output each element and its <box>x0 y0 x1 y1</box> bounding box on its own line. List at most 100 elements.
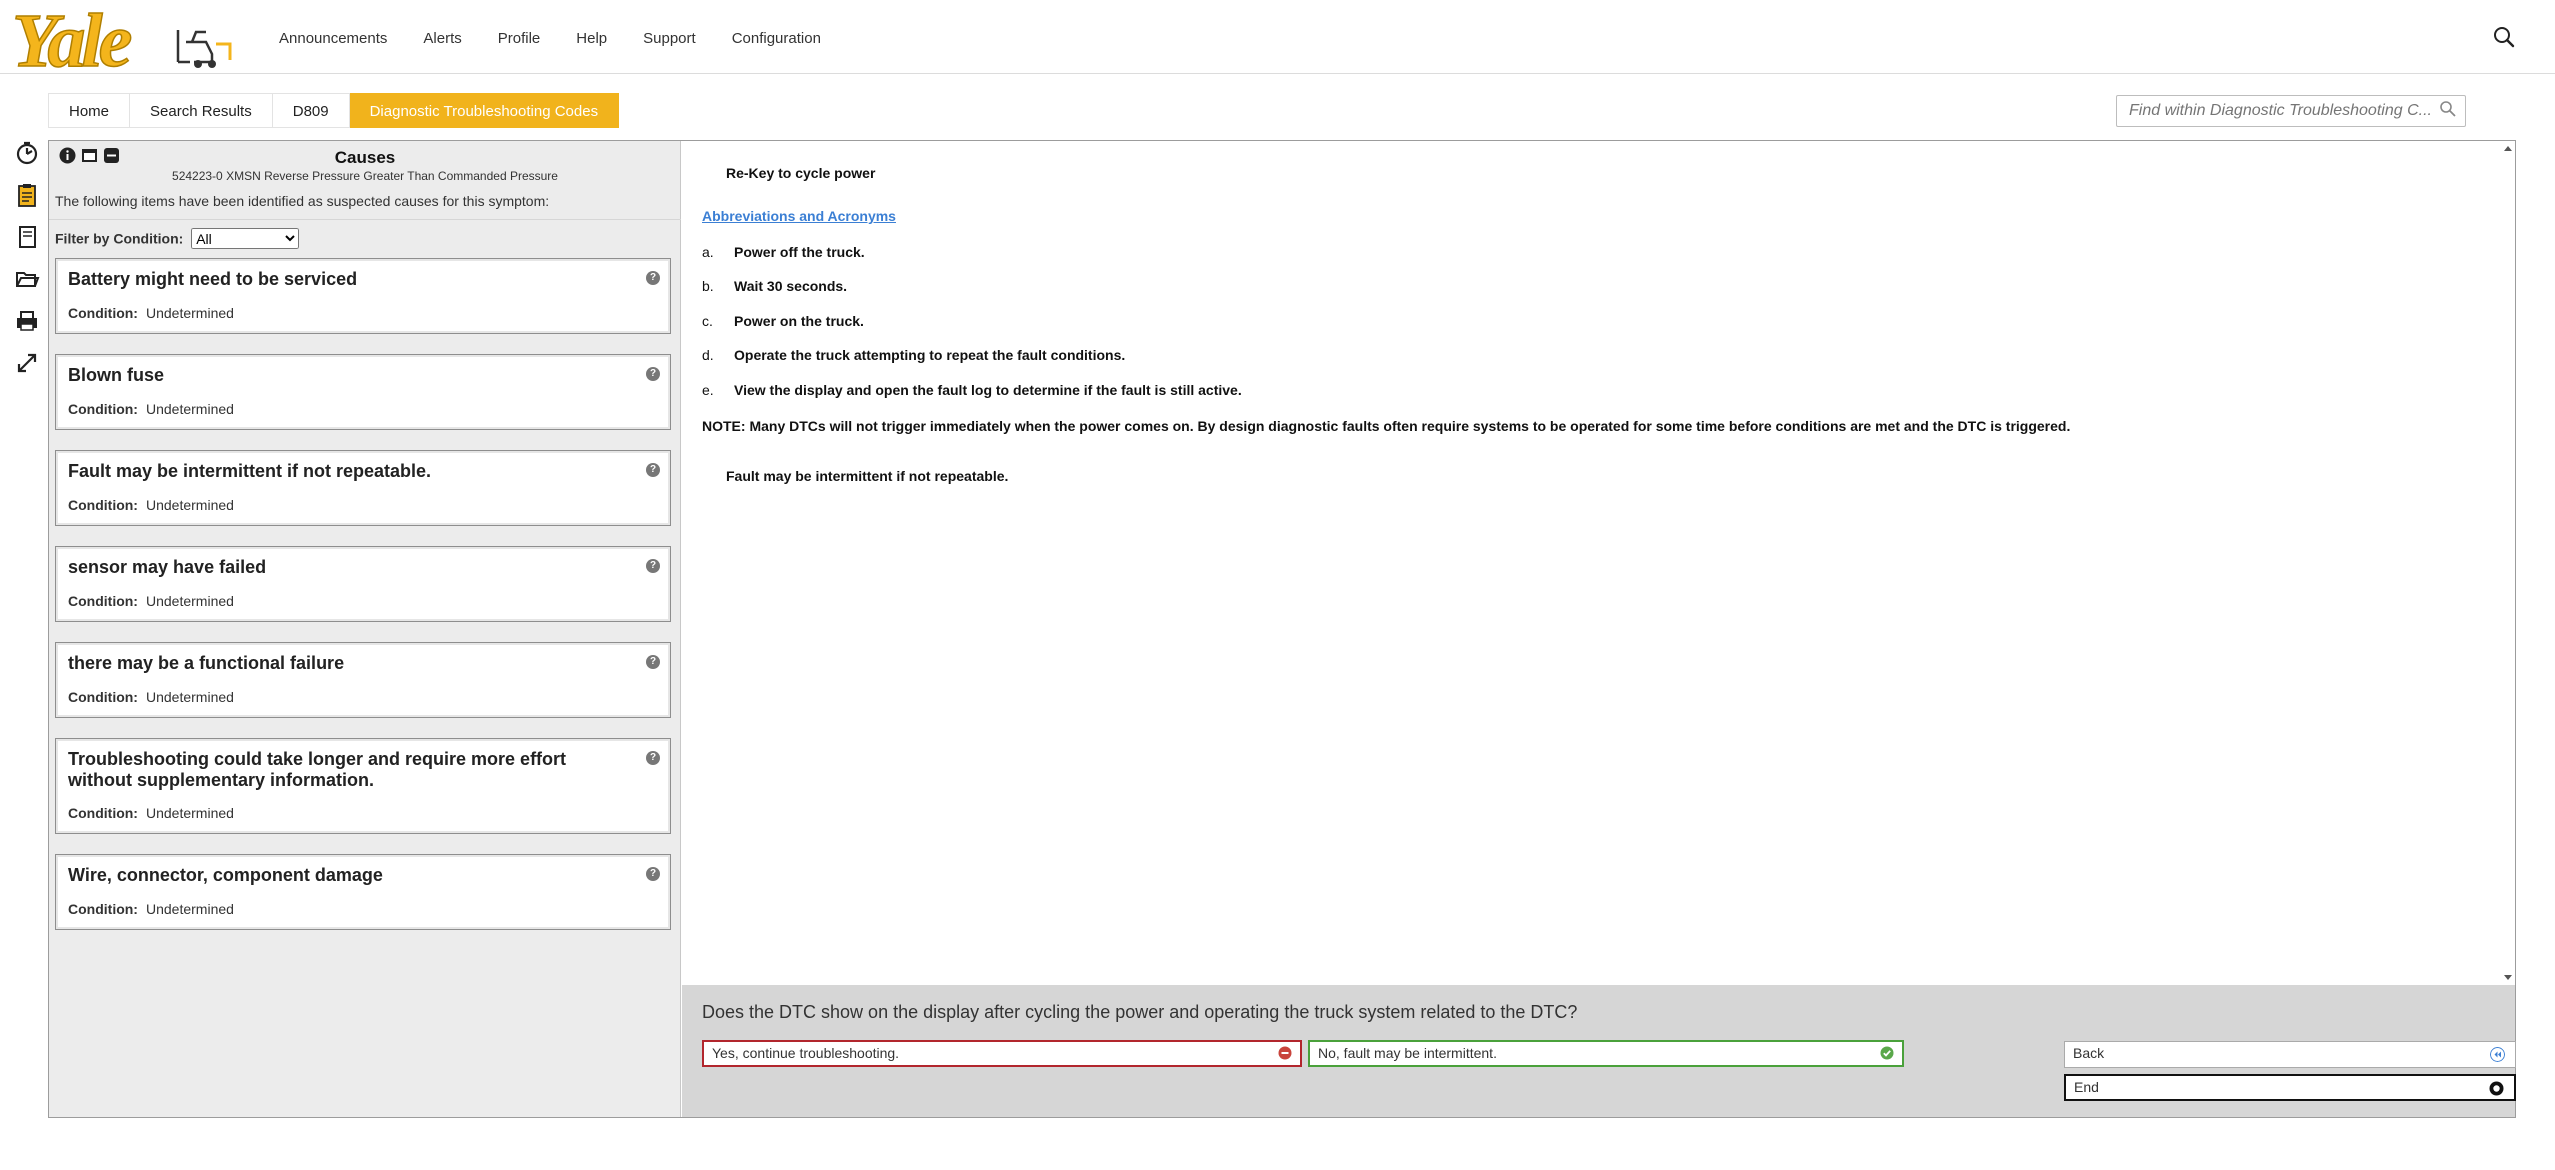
cause-card[interactable]: Fault may be intermittent if not repeata… <box>55 450 671 526</box>
help-icon[interactable]: ? <box>646 655 660 669</box>
cause-card[interactable]: Wire, connector, component damage Condit… <box>55 854 671 930</box>
cause-title: Fault may be intermittent if not repeata… <box>68 461 432 481</box>
cause-card[interactable]: sensor may have failed Condition: Undeter… <box>55 546 671 622</box>
find-within-input[interactable] <box>2129 96 2439 126</box>
condition-value: Undetermined <box>145 593 234 609</box>
condition-filter-select[interactable]: All <box>191 228 300 249</box>
step-text: Wait 30 seconds. <box>734 278 848 294</box>
notebook-icon[interactable] <box>14 224 40 250</box>
main-frame: Causes 524223-0 XMSN Reverse Pressure Gr… <box>48 140 2516 1118</box>
condition-label: Condition: <box>68 305 138 321</box>
end-button[interactable]: End <box>2064 1074 2516 1101</box>
filter-by-condition: Filter by Condition: All <box>55 228 300 249</box>
check-circle-icon <box>1880 1046 1894 1060</box>
abbreviations-link[interactable]: Abbreviations and Acronyms <box>702 208 896 224</box>
search-icon[interactable] <box>2493 26 2515 48</box>
dtc-note: NOTE: Many DTCs will not trigger immedia… <box>702 418 2071 434</box>
printer-icon[interactable] <box>14 308 40 334</box>
condition-value: Undetermined <box>145 901 234 917</box>
question-area: Does the DTC show on the display after c… <box>682 985 2516 1117</box>
cause-card[interactable]: Battery might need to be serviced Condit… <box>55 258 671 334</box>
back-label: Back <box>2073 1045 2105 1061</box>
cause-title: Battery might need to be serviced <box>68 269 358 289</box>
condition-value: Undetermined <box>145 805 234 821</box>
nav-help[interactable]: Help <box>576 30 607 47</box>
cause-card[interactable]: there may be a functional failure Condit… <box>55 642 671 718</box>
yes-label: Yes, continue troubleshooting. <box>712 1045 900 1061</box>
nav-alerts[interactable]: Alerts <box>423 30 461 47</box>
causes-panel: Causes 524223-0 XMSN Reverse Pressure Gr… <box>49 141 681 1117</box>
help-icon[interactable]: ? <box>646 463 660 477</box>
breadcrumb-home[interactable]: Home <box>48 93 131 128</box>
condition-label: Condition: <box>68 497 138 513</box>
no-label: No, fault may be intermittent. <box>1318 1045 1497 1061</box>
help-icon[interactable]: ? <box>646 867 660 881</box>
cause-condition: Condition: Undetermined <box>68 497 234 513</box>
folder-open-icon[interactable] <box>14 266 40 292</box>
step-item: a. Power off the truck. <box>702 244 865 260</box>
breadcrumb-d809[interactable]: D809 <box>272 93 350 128</box>
cause-title: sensor may have failed <box>68 557 267 577</box>
fault-note: Fault may be intermittent if not repeata… <box>726 468 1009 484</box>
condition-value: Undetermined <box>145 689 234 705</box>
forklift-icon <box>176 30 232 68</box>
timer-icon[interactable] <box>14 140 40 166</box>
cause-condition: Condition: Undetermined <box>68 305 234 321</box>
step-item: d. Operate the truck attempting to repeat… <box>702 347 1125 363</box>
step-text: View the display and open the fault log … <box>734 382 1242 398</box>
causes-subtitle: 524223-0 XMSN Reverse Pressure Greater T… <box>172 169 558 183</box>
nav-announcements[interactable]: Announcements <box>279 30 387 47</box>
step-text: Operate the truck attempting to repeat t… <box>734 347 1126 363</box>
help-icon[interactable]: ? <box>646 271 660 285</box>
yes-continue-button[interactable]: Yes, continue troubleshooting. <box>702 1040 1302 1067</box>
no-intermittent-button[interactable]: No, fault may be intermittent. <box>1308 1040 1904 1067</box>
help-icon[interactable]: ? <box>646 367 660 381</box>
clipboard-icon[interactable] <box>14 182 40 208</box>
scroll-down-icon <box>2504 975 2512 980</box>
nav-support[interactable]: Support <box>643 30 696 47</box>
step-item: c. Power on the truck. <box>702 313 864 329</box>
cause-condition: Condition: Undetermined <box>68 593 234 609</box>
help-icon[interactable]: ? <box>646 751 660 765</box>
cause-card[interactable]: Blown fuse Condition: Undetermined ? <box>55 354 671 430</box>
cause-card[interactable]: Troubleshooting could take longer and re… <box>55 738 671 834</box>
condition-label: Condition: <box>68 805 138 821</box>
minus-circle-icon <box>1278 1046 1292 1060</box>
question-text: Does the DTC show on the display after c… <box>702 1002 1578 1022</box>
expand-icon[interactable] <box>14 350 40 376</box>
cause-title: Wire, connector, component damage <box>68 865 383 885</box>
condition-value: Undetermined <box>145 497 234 513</box>
tool-rail <box>14 140 40 392</box>
step-letter: d. <box>702 347 714 363</box>
main-nav: Announcements Alerts Profile Help Suppor… <box>279 30 821 47</box>
logo-text: Yale <box>11 0 133 84</box>
nav-configuration[interactable]: Configuration <box>732 30 821 47</box>
step-letter: c. <box>702 313 713 329</box>
cause-condition: Condition: Undetermined <box>68 401 234 417</box>
scrollbar[interactable] <box>2501 141 2515 985</box>
causes-intro: The following items have been identified… <box>55 193 550 209</box>
step-item: b. Wait 30 seconds. <box>702 278 847 294</box>
back-button[interactable]: Back <box>2064 1041 2516 1068</box>
help-icon[interactable]: ? <box>646 559 660 573</box>
breadcrumb-search-results[interactable]: Search Results <box>130 93 273 128</box>
cause-title: there may be a functional failure <box>68 653 345 673</box>
condition-label: Condition: <box>68 901 138 917</box>
step-letter: b. <box>702 278 714 294</box>
magnifier-icon[interactable] <box>2439 100 2457 118</box>
scroll-up-icon <box>2504 146 2512 151</box>
condition-label: Condition: <box>68 401 138 417</box>
end-label: End <box>2074 1079 2099 1095</box>
condition-value: Undetermined <box>145 401 234 417</box>
nav-profile[interactable]: Profile <box>498 30 541 47</box>
breadcrumb-dtc[interactable]: Diagnostic Troubleshooting Codes <box>349 93 620 128</box>
procedure-content: Re-Key to cycle power Abbreviations and … <box>682 141 2515 985</box>
condition-label: Condition: <box>68 689 138 705</box>
stop-circle-icon <box>2489 1081 2504 1096</box>
yale-logo[interactable]: Yale <box>11 0 232 84</box>
cause-title: Troubleshooting could take longer and re… <box>68 749 567 790</box>
causes-title: Causes <box>334 148 396 167</box>
cause-title: Blown fuse <box>68 365 165 385</box>
step-text: Power on the truck. <box>734 313 864 329</box>
step-letter: a. <box>702 244 714 260</box>
